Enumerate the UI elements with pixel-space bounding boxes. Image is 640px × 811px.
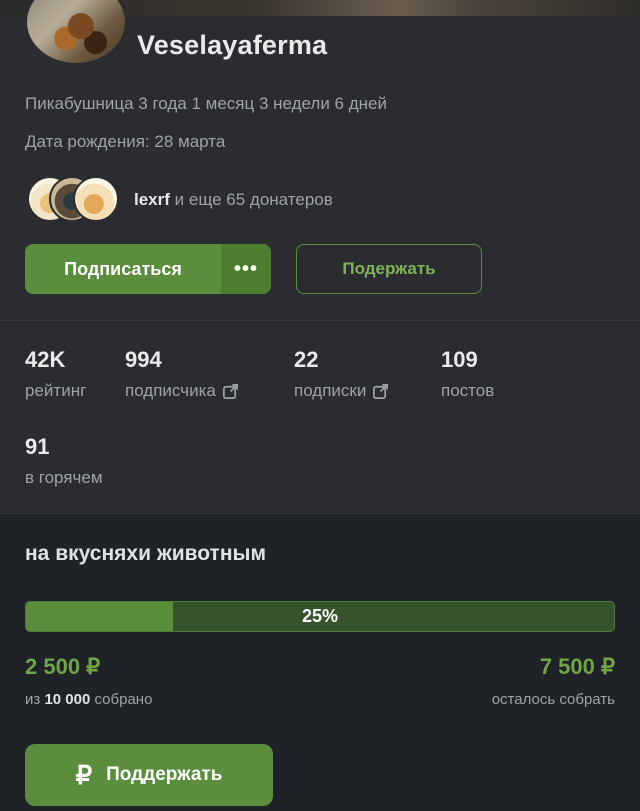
stat-label: подписчика bbox=[125, 381, 216, 400]
stat-value: 42K bbox=[25, 347, 66, 372]
stat-label: в горячем bbox=[25, 468, 103, 487]
caption-suffix: собрано bbox=[90, 691, 153, 708]
stat-hot: 91 в горячем bbox=[25, 434, 103, 488]
stat-value: 22 bbox=[294, 347, 319, 372]
stat-posts: 109 постов bbox=[441, 347, 494, 401]
donors-count-text: и еще 65 донатеров bbox=[169, 190, 333, 209]
stat-subscribers[interactable]: 994 подписчика bbox=[125, 347, 239, 401]
goal-amount: 10 000 bbox=[44, 691, 91, 708]
remaining-caption: осталось собрать bbox=[491, 691, 615, 708]
member-since: Пикабушница 3 года 1 месяц 3 недели 6 дн… bbox=[25, 94, 387, 113]
stat-rating: 42K рейтинг bbox=[25, 347, 86, 401]
stat-value: 91 bbox=[25, 434, 50, 459]
support-button[interactable]: ₽ Поддержать bbox=[25, 744, 273, 806]
external-link-icon[interactable] bbox=[222, 383, 239, 400]
collected-amount: 2 500 ₽ bbox=[25, 654, 101, 679]
progress-percent: 25% bbox=[301, 606, 339, 626]
donor-avatars[interactable] bbox=[27, 176, 127, 222]
username[interactable]: Veselayaferma bbox=[137, 30, 327, 61]
caption-prefix: из bbox=[25, 691, 45, 708]
profile-card: Veselayaferma Пикабушница 3 года 1 месяц… bbox=[0, 0, 640, 320]
more-options-button[interactable]: ••• bbox=[221, 244, 271, 294]
birthday: Дата рождения: 28 марта bbox=[25, 132, 226, 151]
fundraiser-panel: на вкусняхи животным 25% 2 500 ₽ 7 500 ₽… bbox=[0, 513, 640, 811]
support-outline-button[interactable]: Подержать bbox=[296, 244, 482, 294]
external-link-icon[interactable] bbox=[372, 383, 389, 400]
ruble-icon: ₽ bbox=[75, 759, 93, 790]
subscribe-button[interactable]: Подписаться bbox=[25, 244, 221, 294]
remaining-amount: 7 500 ₽ bbox=[539, 654, 615, 679]
support-button-label: Поддержать bbox=[106, 764, 223, 785]
stat-subscriptions[interactable]: 22 подписки bbox=[294, 347, 389, 401]
fundraiser-progress-bar: 25% bbox=[25, 601, 615, 632]
stat-value: 109 bbox=[441, 347, 478, 372]
stat-label: рейтинг bbox=[25, 381, 87, 400]
stat-value: 994 bbox=[125, 347, 162, 372]
collected-caption: из 10 000 собрано bbox=[25, 691, 152, 708]
stat-label: постов bbox=[441, 381, 495, 400]
avatar[interactable] bbox=[24, 0, 128, 66]
stat-label: подписки bbox=[294, 381, 367, 400]
fundraiser-title: на вкусняхи животным bbox=[25, 542, 266, 565]
donors-summary[interactable]: lexrf и еще 65 донатеров bbox=[134, 190, 333, 210]
stats-panel: 42K рейтинг 994 подписчика 22 подписки 1… bbox=[0, 320, 640, 513]
subscribe-button-group: Подписаться ••• bbox=[25, 244, 271, 294]
donor-avatar bbox=[73, 176, 119, 222]
donor-lead-name[interactable]: lexrf bbox=[134, 190, 170, 209]
